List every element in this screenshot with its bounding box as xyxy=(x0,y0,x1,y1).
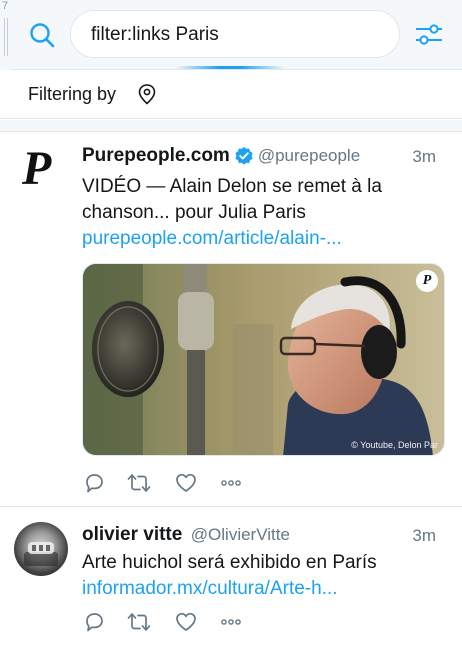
filter-label: Filtering by xyxy=(28,84,117,104)
author-handle[interactable]: @purepeople xyxy=(258,146,360,165)
author-name[interactable]: olivier vitte xyxy=(82,524,182,545)
search-input[interactable] xyxy=(91,21,381,49)
tweet-actions xyxy=(82,610,252,634)
purepeople-logo[interactable]: P xyxy=(22,145,62,193)
reply-icon[interactable] xyxy=(82,610,106,634)
reply-icon[interactable] xyxy=(82,471,106,495)
tweet-timestamp[interactable]: 3m xyxy=(412,147,436,167)
filter-row[interactable]: Filtering by xyxy=(0,71,462,119)
more-icon[interactable] xyxy=(218,610,244,634)
tweet[interactable]: P Purepeople.com @purepeople 3m VIDÉO — … xyxy=(0,133,462,507)
tweet-link[interactable]: informador.mx/cultura/Arte-h... xyxy=(82,576,338,602)
column-number: 7 xyxy=(2,0,9,12)
tweet-timestamp[interactable]: 3m xyxy=(412,526,436,546)
author-name[interactable]: Purepeople.com xyxy=(82,145,230,166)
retweet-icon[interactable] xyxy=(126,610,152,634)
timeline-gap xyxy=(0,120,462,132)
left-column-strip: 7 xyxy=(0,0,12,70)
more-icon[interactable] xyxy=(218,471,244,495)
avatar[interactable] xyxy=(14,522,68,576)
drag-handle[interactable] xyxy=(4,18,8,56)
author-handle[interactable]: @OlivierVitte xyxy=(191,525,290,544)
tweet-header: Purepeople.com @purepeople 3m xyxy=(82,145,454,171)
verified-badge-icon xyxy=(235,147,253,165)
tweet-text: Arte huichol será exhibido en París xyxy=(82,552,377,573)
location-pin-icon[interactable] xyxy=(137,83,157,105)
search-icon[interactable] xyxy=(28,21,56,49)
retweet-icon[interactable] xyxy=(126,471,152,495)
tweet-text: VIDÉO — Alain Delon se remet à la chanso… xyxy=(82,176,382,223)
search-field[interactable] xyxy=(70,10,400,58)
avatar-image xyxy=(24,542,58,566)
studio-photo xyxy=(83,264,444,455)
tweet-media-image[interactable]: P © Youtube, Delon Par xyxy=(82,263,445,456)
loading-indicator xyxy=(175,66,285,69)
tweet-header: olivier vitte @OlivierVitte 3m xyxy=(82,524,454,550)
heart-icon[interactable] xyxy=(174,471,198,495)
search-header xyxy=(12,0,462,70)
heart-icon[interactable] xyxy=(174,610,198,634)
media-credit: © Youtube, Delon Par xyxy=(351,440,438,450)
tweet-link[interactable]: purepeople.com/article/alain-... xyxy=(82,226,342,252)
sliders-icon[interactable] xyxy=(414,21,444,49)
tweet-actions xyxy=(82,471,252,495)
tweet[interactable]: olivier vitte @OlivierVitte 3m Arte huic… xyxy=(0,508,462,645)
media-source-badge: P xyxy=(416,270,438,292)
